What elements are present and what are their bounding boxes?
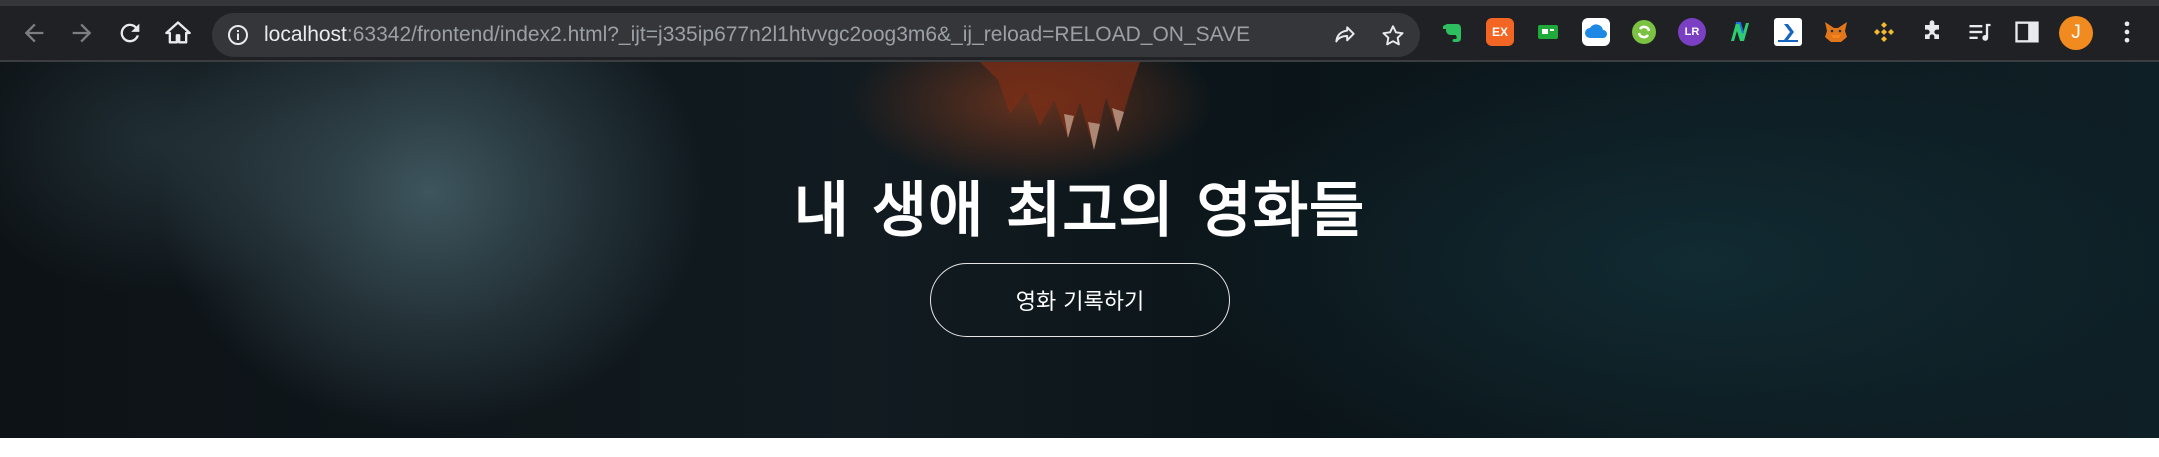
forward-button[interactable] bbox=[66, 17, 98, 49]
hero-banner: 내 생애 최고의 영화들 영화 기록하기 bbox=[0, 62, 2159, 438]
refresh-extension-icon[interactable] bbox=[1630, 18, 1658, 46]
binance-icon[interactable] bbox=[1870, 18, 1898, 46]
n-extension-icon[interactable] bbox=[1726, 18, 1754, 46]
url-path: :63342/frontend/index2.html?_ijt=j335ip6… bbox=[346, 23, 1251, 46]
back-button[interactable] bbox=[18, 17, 50, 49]
address-bar[interactable]: localhost:63342/frontend/index2.html?_ij… bbox=[212, 13, 1420, 57]
kebab-menu-icon[interactable] bbox=[2113, 18, 2141, 46]
reload-button[interactable] bbox=[114, 17, 146, 49]
home-icon bbox=[165, 21, 191, 44]
metamask-icon[interactable] bbox=[1822, 18, 1850, 46]
reload-icon bbox=[120, 23, 140, 43]
lr-extension-icon[interactable]: LR bbox=[1678, 18, 1706, 46]
ex-extension-icon[interactable]: EX bbox=[1486, 18, 1514, 46]
side-panel-icon[interactable] bbox=[2013, 18, 2041, 46]
site-info-icon[interactable] bbox=[226, 23, 250, 47]
url-text[interactable]: localhost:63342/frontend/index2.html?_ij… bbox=[264, 22, 1250, 48]
doc-extension-icon[interactable] bbox=[1774, 18, 1802, 46]
bookmark-button[interactable] bbox=[1380, 23, 1406, 49]
green-extension-icon[interactable] bbox=[1534, 18, 1562, 46]
page-content-area bbox=[0, 438, 2159, 457]
back-arrow-icon bbox=[24, 23, 44, 43]
home-button[interactable] bbox=[162, 17, 194, 49]
lr-label: LR bbox=[1684, 26, 1700, 38]
extensions-puzzle-icon[interactable] bbox=[1918, 18, 1946, 46]
share-button[interactable] bbox=[1332, 23, 1358, 49]
hero-title: 내 생애 최고의 영화들 bbox=[793, 176, 1366, 246]
star-icon bbox=[1382, 25, 1404, 46]
media-queue-icon[interactable] bbox=[1966, 18, 1994, 46]
ex-label: EX bbox=[1491, 25, 1508, 39]
profile-avatar[interactable]: J bbox=[2059, 16, 2093, 50]
creature-background-art bbox=[980, 62, 1140, 150]
forward-arrow-icon bbox=[72, 23, 92, 43]
share-icon bbox=[1335, 26, 1355, 43]
browser-toolbar: localhost:63342/frontend/index2.html?_ij… bbox=[0, 0, 2159, 62]
tab-strip-edge bbox=[0, 0, 2159, 6]
evernote-icon[interactable] bbox=[1439, 18, 1467, 46]
record-movie-button[interactable]: 영화 기록하기 bbox=[930, 263, 1230, 337]
url-host: localhost bbox=[264, 23, 347, 46]
cloud-extension-icon[interactable] bbox=[1582, 18, 1610, 46]
